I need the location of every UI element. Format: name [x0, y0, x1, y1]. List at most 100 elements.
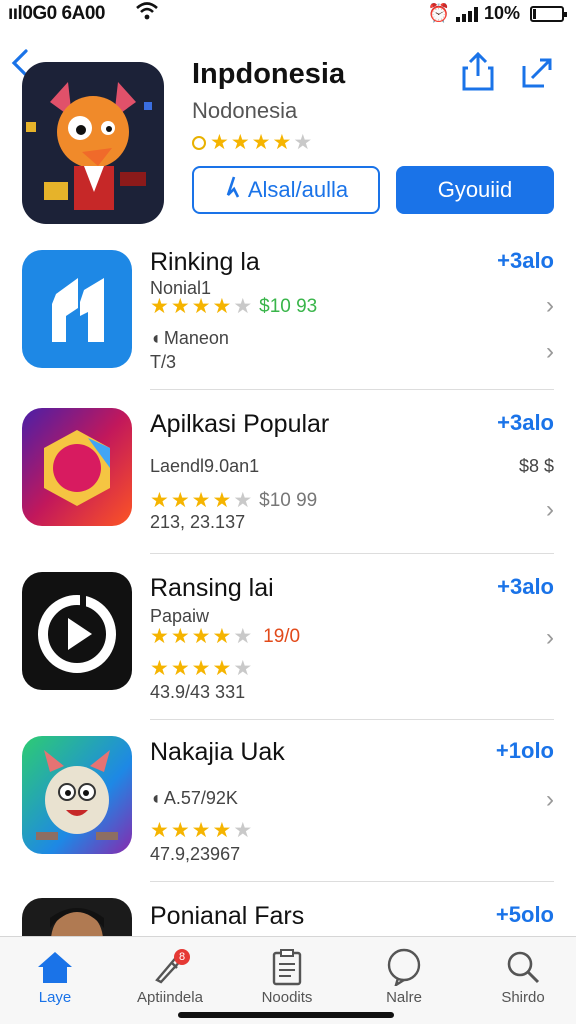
star-icon: ★ [233, 819, 253, 842]
list-item[interactable]: Apilkasi Popular +3alo Laendl9.0an1 $8 $… [0, 408, 576, 554]
rating-stars: ★ ★ ★ ★ ★ [150, 624, 252, 649]
app-price[interactable]: +3alo [497, 248, 554, 274]
star-icon: ★ [170, 657, 190, 680]
app-rating-row: ★ ★ ★ ★ ★ 19/0 [150, 624, 300, 649]
tab-nalre[interactable]: Nalre [354, 945, 454, 1006]
star-icon: ★ [293, 131, 313, 154]
rating-stars: ★ ★ ★ ★ ★ [150, 818, 252, 843]
star-icon: ★ [212, 657, 232, 680]
star-icon: ★ [150, 489, 169, 512]
rating-value: $10 93 [259, 295, 318, 317]
rating-badge-icon [192, 135, 206, 150]
star-icon: ★ [212, 819, 232, 842]
tab-shirdo[interactable]: Shirdo [473, 945, 573, 1006]
star-icon: ★ [170, 819, 190, 842]
app-name: Ransing lai [150, 574, 274, 602]
list-item[interactable]: Rinking la +3alo Nonial1 ★ ★ ★ ★ ★ $10 93 › … [0, 248, 576, 390]
star-icon: ★ [212, 625, 232, 648]
star-icon: ★ [150, 295, 169, 318]
app-developer-row: ◖ Maneon [150, 328, 229, 349]
app-price[interactable]: +3alo [497, 410, 554, 436]
tab-laye[interactable]: Laye [5, 945, 105, 1006]
tab-label: Aptiindela [137, 989, 203, 1006]
tab-noodits[interactable]: Noodits [237, 945, 337, 1006]
share-button[interactable] [460, 51, 496, 92]
tab-label: Shirdo [501, 989, 545, 1006]
wifi-icon [136, 2, 158, 26]
tab-label: Noodits [261, 989, 313, 1006]
star-icon: ★ [251, 131, 271, 154]
star-icon: ★ [212, 295, 232, 318]
app-price[interactable]: +3alo [497, 574, 554, 600]
star-icon: ★ [191, 625, 211, 648]
app-rating-row: ★ ★ ★ ★ ★ $10 93 [150, 294, 317, 319]
app-price[interactable]: +5olo [496, 902, 554, 928]
star-icon: ★ [191, 489, 211, 512]
get-button[interactable]: Gyouiid [396, 166, 554, 214]
list-item[interactable]: Ransing lai +3alo Papaiw ★ ★ ★ ★ ★ 19/0 › ★ ★… [0, 572, 576, 720]
home-indicator [178, 1012, 394, 1018]
star-icon: ★ [191, 657, 211, 680]
divider [150, 881, 554, 882]
app-size: 47.9,23967 [150, 844, 241, 864]
app-secondary-price: $8 $ [518, 456, 554, 476]
app-size: T/3 [150, 352, 177, 372]
rating-value: 19/0 [263, 625, 301, 647]
notification-badge: 8 [174, 949, 190, 965]
star-icon: ★ [272, 131, 292, 154]
star-icon: ★ [150, 657, 169, 680]
rating-stars: ★ ★ ★ ★ ★ [150, 488, 252, 513]
star-icon: ★ [170, 625, 190, 648]
user-icon: ◖ [150, 328, 161, 348]
home-icon [5, 945, 105, 989]
secondary-action-label: Alsal/aulla [247, 177, 349, 202]
rocket-icon [120, 945, 220, 989]
rating-stars: ★ ★ ★ ★ ★ [150, 656, 252, 681]
app-hero-icon [22, 62, 164, 224]
app-category: Laendl9.0an1 [150, 456, 260, 476]
app-icon [22, 408, 132, 526]
star-icon: ★ [170, 295, 190, 318]
star-icon: ★ [230, 131, 250, 154]
app-size: 43.9/43 331 [150, 682, 246, 702]
tab-aptiindela[interactable]: 8 Aptiindela [120, 945, 220, 1006]
tab-label: Laye [38, 989, 72, 1006]
chevron-right-icon[interactable]: › [546, 496, 554, 524]
app-rating-row: ★ ★ ★ ★ ★ $10 99 [150, 488, 317, 513]
app-rating: ★ ★ ★ ★ ★ [192, 130, 312, 155]
user-icon: ◖ [150, 788, 161, 808]
chat-icon [354, 945, 454, 989]
rating-stars: ★ ★ ★ ★ ★ [210, 130, 312, 155]
star-icon: ★ [150, 819, 169, 842]
app-developer: Maneon [163, 328, 229, 348]
battery-text: 10% [483, 3, 520, 23]
star-icon: ★ [233, 625, 253, 648]
app-name: Ponianal Fars [150, 902, 305, 930]
star-icon: ★ [170, 489, 190, 512]
secondary-action-button[interactable]: Alsal/aulla [192, 166, 380, 214]
divider [150, 389, 554, 390]
app-icon [22, 736, 132, 854]
app-name: Rinking la [150, 248, 260, 276]
alarm-icon: ⏰ [427, 3, 450, 23]
carrier-text: ııl0G0 6A00 [8, 3, 105, 24]
star-icon: ★ [212, 489, 232, 512]
chevron-right-icon[interactable]: › [546, 292, 554, 320]
app-name: Apilkasi Popular [150, 410, 330, 438]
rating-value: $10 99 [259, 489, 318, 511]
list-item[interactable]: Ponianal Fars +5olo [0, 898, 576, 936]
chevron-right-icon[interactable]: › [546, 624, 554, 652]
chevron-right-icon[interactable]: › [546, 338, 554, 366]
star-icon: ★ [233, 489, 253, 512]
list-item[interactable]: Nakajia Uak +1olo ◖ A.57/92K › ★ ★ ★ ★ ★ 47.… [0, 736, 576, 882]
star-icon: ★ [191, 295, 211, 318]
app-category: A.57/92K [163, 788, 238, 808]
status-bar: ııl0G0 6A00 ⏰ 10% [0, 0, 576, 28]
divider [150, 553, 554, 554]
edit-button[interactable] [520, 54, 556, 90]
clipboard-icon [237, 945, 337, 989]
chevron-right-icon[interactable]: › [546, 786, 554, 814]
app-price[interactable]: +1olo [496, 738, 554, 764]
battery-icon [530, 5, 567, 22]
star-icon: ★ [233, 295, 253, 318]
